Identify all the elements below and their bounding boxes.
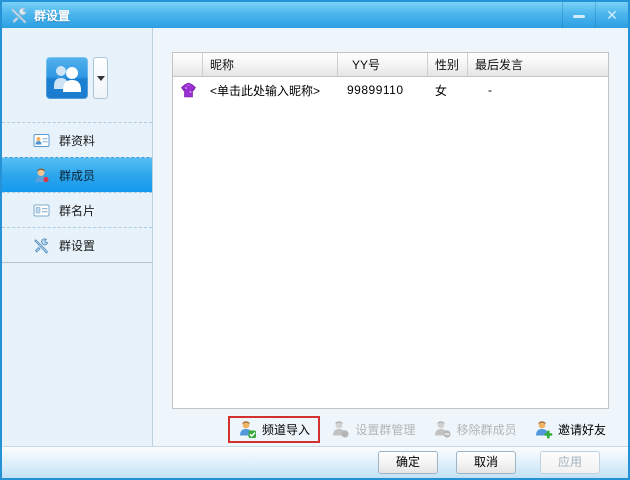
remove-member-button: 移除群成员 (427, 416, 523, 443)
member-icon (33, 167, 50, 184)
column-header-gender[interactable]: 性别 (428, 53, 468, 76)
action-label: 频道导入 (262, 421, 310, 438)
column-header-yy-number[interactable]: YY号 (338, 53, 428, 76)
member-actions: 频道导入 设置群管理 移除群成员 (228, 414, 612, 444)
column-header-nickname[interactable]: 昵称 (203, 53, 338, 76)
profile-card-icon (33, 132, 50, 149)
group-avatar[interactable] (46, 57, 88, 99)
sidebar-item-label: 群资料 (59, 132, 95, 149)
name-card-icon (33, 202, 50, 219)
sidebar-item-label: 群名片 (59, 202, 95, 219)
sidebar-item-group-card[interactable]: 群名片 (2, 192, 152, 227)
avatar-dropdown-button[interactable] (93, 57, 108, 99)
table-row[interactable]: <单击此处输入昵称> 99899110 女 - (173, 77, 608, 103)
sidebar-item-label: 群设置 (59, 237, 95, 254)
user-disabled-icon (331, 420, 350, 439)
sidebar-item-group-members[interactable]: 群成员 (2, 157, 152, 192)
apply-button: 应用 (540, 451, 600, 474)
dialog-footer: 确定 取消 应用 (2, 446, 628, 478)
set-group-admin-button: 设置群管理 (325, 416, 421, 443)
user-disabled-icon (433, 420, 452, 439)
member-table: 昵称 YY号 性别 最后发言 <单击此处输入昵称> 99899110 女 - (172, 52, 609, 409)
purple-shirt-avatar-icon (181, 82, 196, 98)
minimize-icon (573, 15, 585, 18)
column-header-last-message[interactable]: 最后发言 (468, 53, 608, 76)
action-label: 设置群管理 (355, 421, 415, 438)
tools-icon (11, 7, 28, 24)
user-check-icon (238, 420, 257, 439)
chevron-down-icon (97, 76, 105, 81)
row-last-message: - (468, 83, 608, 97)
table-header: 昵称 YY号 性别 最后发言 (173, 53, 608, 77)
tools-icon (33, 237, 50, 254)
close-icon: ✕ (606, 8, 618, 22)
user-plus-icon (534, 420, 553, 439)
action-label: 邀请好友 (558, 421, 606, 438)
sidebar-item-label: 群成员 (59, 167, 95, 184)
row-nickname[interactable]: <单击此处输入昵称> (203, 82, 338, 99)
page-title: 群设置 (34, 7, 70, 24)
group-settings-window: 群设置 ✕ (0, 0, 630, 480)
cancel-button[interactable]: 取消 (456, 451, 516, 474)
sidebar-item-group-settings[interactable]: 群设置 (2, 227, 152, 262)
row-yy-number: 99899110 (338, 83, 428, 97)
window-controls: ✕ (562, 2, 628, 28)
sidebar-item-group-info[interactable]: 群资料 (2, 122, 152, 157)
titlebar: 群设置 ✕ (2, 2, 628, 28)
group-avatar-icon (46, 57, 88, 99)
column-header-icon[interactable] (173, 53, 203, 76)
row-avatar-cell (173, 82, 203, 98)
channel-import-button[interactable]: 频道导入 (228, 416, 320, 443)
sidebar: 群资料 群成员 群名片 (2, 28, 153, 446)
close-button[interactable]: ✕ (595, 2, 628, 28)
ok-button[interactable]: 确定 (378, 451, 438, 474)
invite-friends-button[interactable]: 邀请好友 (528, 416, 612, 443)
sidebar-menu: 群资料 群成员 群名片 (2, 122, 152, 263)
row-gender: 女 (428, 82, 468, 99)
action-label: 移除群成员 (457, 421, 517, 438)
minimize-button[interactable] (562, 2, 595, 28)
